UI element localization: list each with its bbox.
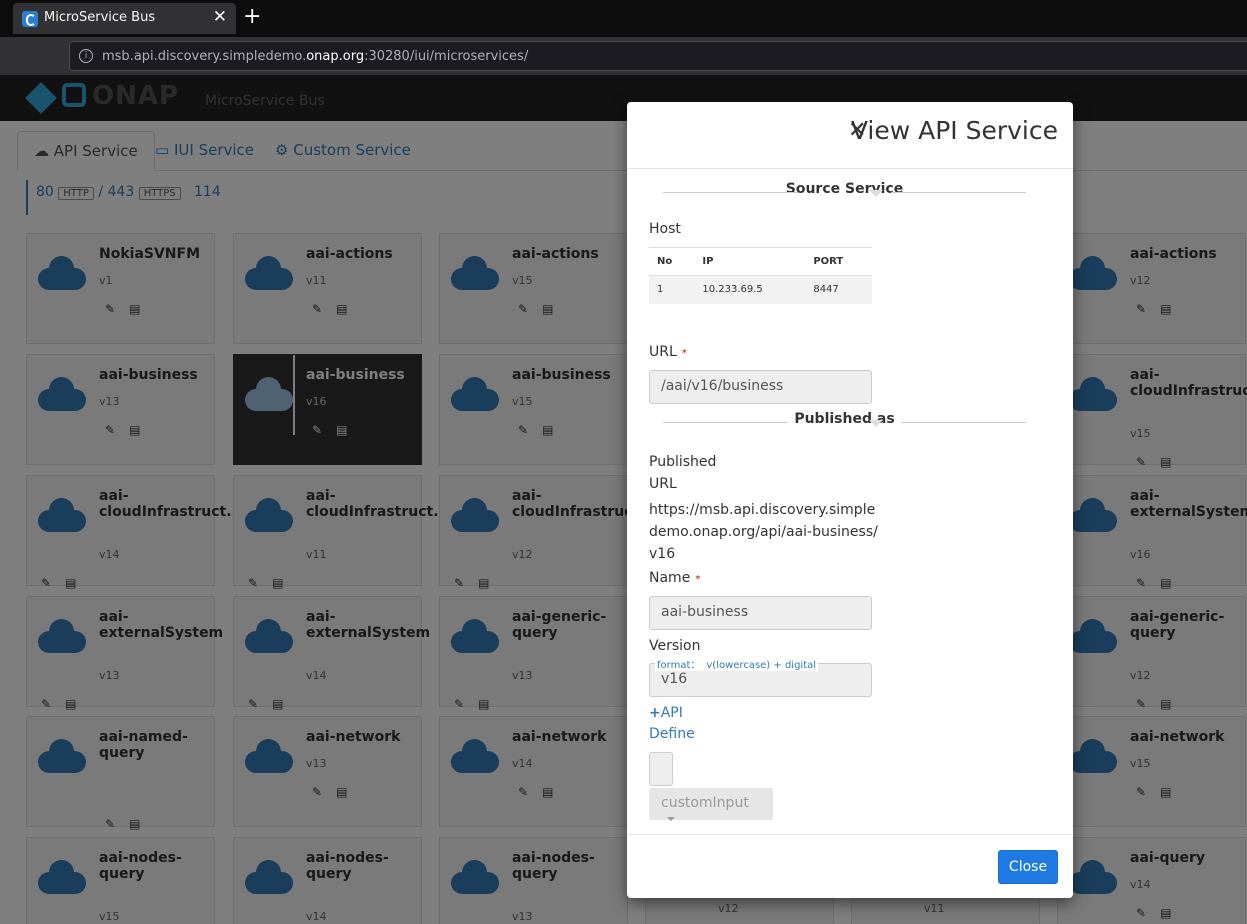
host-table: No IP PORT 1 10.233.69.5 8447	[649, 247, 872, 304]
browser-tab-title: MicroService Bus	[44, 10, 156, 25]
address-url: msb.api.discovery.simpledemo.onap.org:30…	[102, 49, 529, 64]
host-table-header: No IP PORT	[649, 247, 872, 276]
cell-port: 8447	[805, 275, 872, 304]
add-api-define-link[interactable]: +API Define	[649, 703, 695, 745]
header-port: PORT	[805, 247, 872, 276]
modal-footer: Close	[627, 834, 1073, 898]
caret-down-icon	[869, 420, 883, 427]
published-url-label: Published URL	[649, 454, 717, 492]
close-button[interactable]: Close	[998, 850, 1058, 884]
name-label: Name *	[649, 570, 701, 586]
name-field[interactable]: aai-business	[649, 596, 872, 630]
header-ip: IP	[694, 247, 806, 276]
version-label: Version	[649, 638, 701, 654]
url-field[interactable]: /aai/v16/business	[649, 370, 872, 404]
cell-no: 1	[649, 275, 695, 304]
table-row: 1 10.233.69.5 8447	[649, 275, 872, 304]
view-api-service-modal: ✕ View API Service Source Service Host N…	[627, 102, 1073, 898]
info-icon[interactable]: i	[79, 49, 93, 63]
caret-down-icon	[869, 190, 883, 197]
favicon-icon	[22, 11, 38, 27]
custom-input-dropdown[interactable]: customInput	[649, 788, 773, 821]
new-tab-icon[interactable]: +	[243, 4, 261, 29]
modal-header: ✕ View API Service	[627, 102, 1073, 169]
source-service-heading: Source Service	[663, 181, 1026, 201]
cell-ip: 10.233.69.5	[694, 275, 806, 304]
url-label: URL *	[649, 344, 687, 360]
caret-down-icon	[667, 817, 675, 821]
published-url-value: https://msb.api.discovery.simpledemo.ona…	[649, 502, 878, 562]
address-bar[interactable]: i msb.api.discovery.simpledemo.onap.org:…	[69, 41, 1247, 71]
host-label: Host	[649, 221, 681, 237]
header-no: No	[649, 247, 695, 276]
published-as-heading: Published as	[663, 411, 1026, 431]
api-define-input[interactable]	[649, 752, 673, 786]
browser-navbar: i msb.api.discovery.simpledemo.onap.org:…	[0, 37, 1247, 75]
modal-title: View API Service	[850, 116, 1058, 145]
browser-tabbar: MicroService Bus ✕ +	[0, 0, 1247, 37]
close-tab-icon[interactable]: ✕	[213, 7, 227, 27]
version-format-hint: format： v(lowercase) + digital	[655, 656, 819, 671]
plus-icon: +	[649, 705, 661, 721]
browser-tab[interactable]: MicroService Bus ✕	[13, 3, 236, 34]
